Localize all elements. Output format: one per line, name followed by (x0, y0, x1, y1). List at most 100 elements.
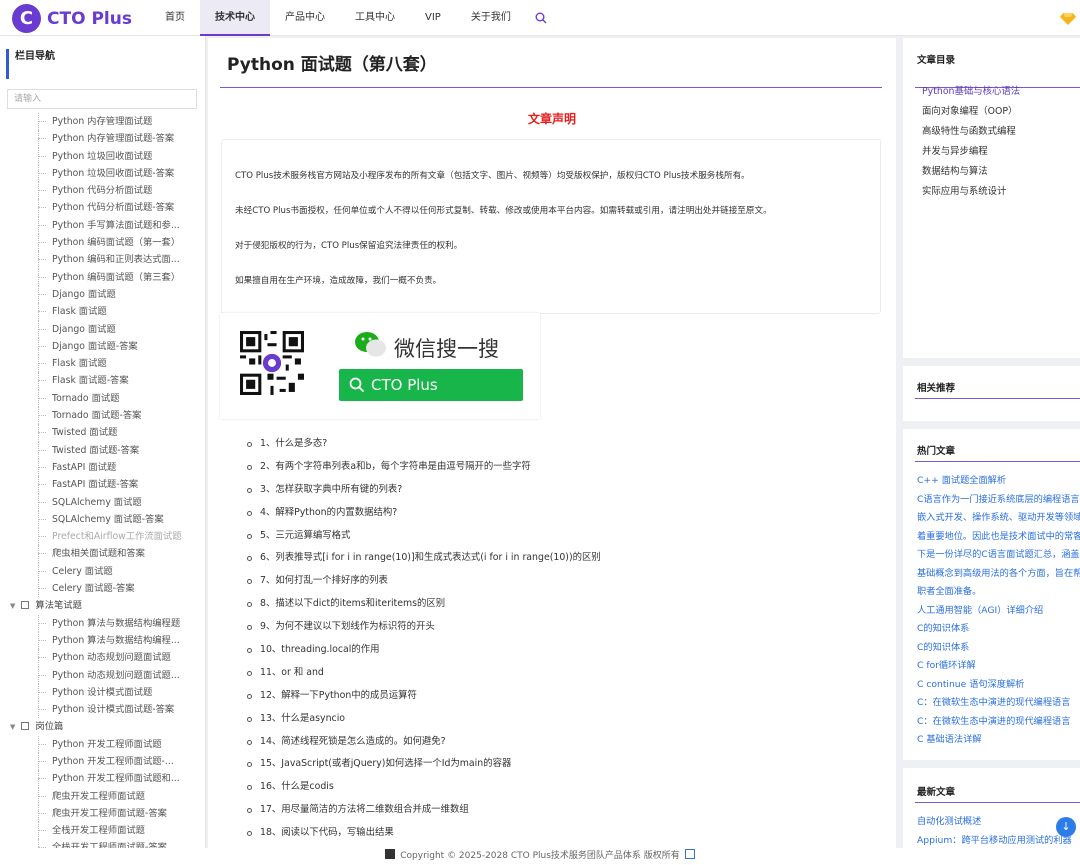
sidebar-item[interactable]: Python 动态规划问题面试题 (0, 649, 205, 667)
toc-item[interactable]: 面向对象编程（OOP） (922, 103, 1017, 117)
hot-article-link[interactable]: C for循环详解 (917, 657, 976, 671)
sidebar-item[interactable]: Tornado 面试题-答案 (0, 407, 205, 425)
question-item[interactable]: 9、为何不建议以下划线作为标识符的开头 (244, 616, 601, 639)
question-item[interactable]: 18、阅读以下代码，写输出结果 (244, 822, 601, 845)
sidebar-item[interactable]: Python 编码面试题（第三套） (0, 268, 205, 286)
sidebar-item[interactable]: Django 面试题 (0, 320, 205, 338)
sidebar-item[interactable]: 全栈开发工程师面试题 (0, 822, 205, 840)
nav-about[interactable]: 关于我们 (456, 0, 526, 36)
question-item[interactable]: 1、什么是多态? (244, 433, 601, 456)
hot-article-link[interactable]: C 基础语法详解 (917, 731, 981, 745)
question-item[interactable]: 15、JavaScript(或者jQuery)如何选择一个Id为main的容器 (244, 753, 601, 776)
hot-article-link[interactable]: 嵌入式开发、操作系统、驱动开发等领域 (917, 509, 1080, 523)
sidebar-category[interactable]: ▼ 算法笔试题 (0, 597, 205, 614)
sidebar-item[interactable]: Celery 面试题-答案 (0, 580, 205, 598)
wechat-search-button[interactable]: CTO Plus (339, 369, 523, 401)
sidebar-item[interactable]: Django 面试题 (0, 285, 205, 304)
sidebar-item[interactable]: Flask 面试题 (0, 303, 205, 321)
sidebar-category[interactable]: ▼ 岗位篇 (0, 718, 205, 735)
search-icon[interactable] (526, 0, 556, 36)
sidebar-item[interactable]: Python 内存管理面试题 (0, 113, 205, 131)
sidebar-item[interactable]: Python 开发工程师面试题 (0, 735, 205, 753)
sidebar-item[interactable]: Celery 面试题 (0, 562, 205, 581)
toc-item[interactable]: 实际应用与系统设计 (922, 183, 1006, 197)
hot-article-link[interactable]: C的知识体系 (917, 639, 969, 653)
hot-article-link[interactable]: 人工通用智能（AGI）详细介绍 (917, 602, 1043, 616)
sidebar-item[interactable]: Prefect和Airflow工作流面试题 (0, 528, 205, 546)
sidebar-item[interactable]: Python 垃圾回收面试题-答案 (0, 164, 205, 183)
sidebar-item[interactable]: Django 面试题-答案 (0, 337, 205, 356)
nav-tech-center[interactable]: 技术中心 (200, 0, 270, 36)
sidebar-item[interactable]: FastAPI 面试题 (0, 458, 205, 477)
nav-vip[interactable]: VIP (410, 0, 456, 36)
sidebar-item[interactable]: 爬虫开发工程师面试题-答案 (0, 804, 205, 823)
sidebar-item[interactable]: Python 开发工程师面试题-... (0, 752, 205, 771)
question-item[interactable]: 10、threading.local的作用 (244, 639, 601, 662)
sidebar-item[interactable]: Python 开发工程师面试题和... (0, 770, 205, 788)
sidebar-item[interactable]: Python 设计模式面试题 (0, 683, 205, 702)
folder-icon (21, 722, 30, 731)
sidebar-item[interactable]: Flask 面试题 (0, 355, 205, 373)
hot-article-link[interactable]: 基础概念到高级用法的各个方面，旨在帮 (917, 565, 1080, 579)
latest-item[interactable]: Appium：跨平台移动应用测试的利器 (917, 832, 1072, 846)
sidebar-item[interactable]: Twisted 面试题-答案 (0, 441, 205, 459)
nav-products[interactable]: 产品中心 (270, 0, 340, 36)
question-item[interactable]: 8、描述以下dict的items和iteritems的区别 (244, 593, 601, 616)
hot-article-link[interactable]: 下是一份详尽的C语言面试题汇总，涵盖 (917, 546, 1080, 560)
question-item[interactable]: 7、如何打乱一个排好序的列表 (244, 570, 601, 593)
question-item[interactable]: 2、有两个字符串列表a和b，每个字符串是由逗号隔开的一些字符 (244, 456, 601, 479)
question-item[interactable]: 4、解释Python的内置数据结构? (244, 502, 601, 525)
sidebar-item[interactable]: Python 代码分析面试题 (0, 182, 205, 200)
sidebar-item[interactable]: Python 垃圾回收面试题 (0, 147, 205, 165)
nav-tools[interactable]: 工具中心 (340, 0, 410, 36)
sidebar-item[interactable]: Python 代码分析面试题-答案 (0, 199, 205, 217)
sidebar-item[interactable]: Python 手写算法面试题和参... (0, 216, 205, 235)
sidebar-item[interactable]: 爬虫开发工程师面试题 (0, 787, 205, 805)
sidebar-item[interactable]: Python 动态规划问题面试题... (0, 666, 205, 684)
sidebar-item[interactable]: 爬虫相关面试题和答案 (0, 545, 205, 563)
question-item[interactable]: 12、解释一下Python中的成员运算符 (244, 685, 601, 708)
sidebar-item[interactable]: Python 设计模式面试题-答案 (0, 701, 205, 719)
expand-icon[interactable]: ▼ (10, 723, 15, 731)
question-item[interactable]: 14、简述线程死锁是怎么造成的。如何避免? (244, 731, 601, 754)
hot-article-link[interactable]: C++ 面试题全面解析 (917, 472, 1006, 486)
site-logo[interactable]: C CTO Plus (12, 4, 132, 33)
declaration-line: 如果擅自用在生产环境，造成故障，我们一概不负责。 (235, 276, 442, 286)
question-item[interactable]: 6、列表推导式[i for i in range(10)]和生成式表达式(i f… (244, 547, 601, 570)
question-item[interactable]: 17、用尽量简洁的方法将二维数组合并成一维数组 (244, 799, 601, 822)
latest-item[interactable]: 自动化测试概述 (917, 813, 981, 827)
sidebar-item[interactable]: Twisted 面试题 (0, 424, 205, 442)
hot-article-link[interactable]: C语言作为一门接近系统底层的编程语言 (917, 491, 1080, 505)
expand-icon[interactable]: ▼ (10, 602, 15, 610)
question-item[interactable]: 3、怎样获取字典中所有键的列表? (244, 479, 601, 502)
hot-article-link[interactable]: C continue 语句深度解析 (917, 676, 1024, 690)
nav-home[interactable]: 首页 (150, 0, 200, 36)
question-item[interactable]: 11、or 和 and (244, 662, 601, 685)
sidebar-item[interactable]: Python 算法与数据结构编程题 (0, 614, 205, 632)
diamond-icon[interactable] (1060, 10, 1076, 26)
toc-item[interactable]: 并发与异步编程 (922, 143, 988, 157)
hot-article-link[interactable]: C：在微软生态中演进的现代编程语言 (917, 713, 1070, 727)
question-item[interactable]: 13、什么是asyncio (244, 708, 601, 731)
hot-article-link[interactable]: C：在微软生态中演进的现代编程语言 (917, 694, 1070, 708)
hot-article-link[interactable]: C的知识体系 (917, 620, 969, 634)
question-item[interactable]: 5、三元运算编写格式 (244, 525, 601, 548)
sidebar-item[interactable]: Flask 面试题-答案 (0, 372, 205, 390)
toc-item[interactable]: 数据结构与算法 (922, 163, 988, 177)
sidebar-item[interactable]: Tornado 面试题 (0, 389, 205, 408)
hot-article-link[interactable]: 职者全面准备。 (917, 583, 981, 597)
toc-item[interactable]: 高级特性与函数式编程 (922, 123, 1016, 137)
question-item[interactable]: 16、什么是codis (244, 776, 601, 799)
sidebar-item[interactable]: Python 编码和正则表达式面... (0, 251, 205, 269)
sidebar-item[interactable]: Python 编码面试题（第一套） (0, 234, 205, 252)
sidebar-item[interactable]: Python 内存管理面试题-答案 (0, 130, 205, 148)
sidebar-item[interactable]: FastAPI 面试题-答案 (0, 476, 205, 494)
hot-article-link[interactable]: 着重要地位。因此也是技术面试中的常客 (917, 528, 1080, 542)
sidebar-item[interactable]: Python 算法与数据结构编程... (0, 631, 205, 650)
sidebar-item[interactable]: 全栈开发工程师面试题-答案 (0, 839, 205, 848)
arrow-down-icon[interactable]: ↓ (1056, 817, 1076, 837)
sidebar-item[interactable]: SQLAlchemy 面试题-答案 (0, 510, 205, 529)
toc-item[interactable]: Python基础与核心语法 (922, 83, 1020, 97)
sidebar-item[interactable]: SQLAlchemy 面试题 (0, 493, 205, 511)
sidebar-search-input[interactable]: 请输入 (7, 89, 197, 109)
